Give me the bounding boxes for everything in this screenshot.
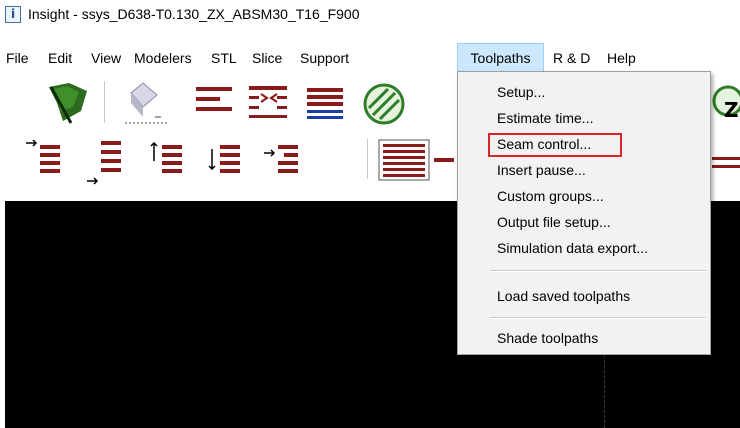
arrow-bottom-lines-icon[interactable] [85,137,127,188]
slice-lines-icon[interactable] [194,85,234,124]
menu-file[interactable]: File [0,43,35,73]
menu-item-estimate-time[interactable]: Estimate time... [497,107,593,129]
partial-z-icon[interactable]: Z [712,81,740,128]
info-app-icon: i [5,6,21,23]
menu-separator [490,317,706,319]
menu-modelers[interactable]: Modelers [128,43,198,73]
title-bar: i Insight - ssys_D638-T0.130_ZX_ABSM30_T… [0,0,740,30]
menu-help[interactable]: Help [601,43,642,73]
window-title: Insight - ssys_D638-T0.130_ZX_ABSM30_T16… [28,6,360,22]
circle-hatch-icon[interactable] [361,81,407,130]
shrink-lines-icon[interactable] [247,84,291,125]
red-lines-block-icon[interactable] [378,139,458,186]
partial-red-line-icon[interactable] [712,155,740,178]
menu-item-insert-pause[interactable]: Insert pause... [497,159,586,181]
toolpaths-dropdown: Setup... Estimate time... Seam control..… [457,71,711,355]
arrow-right-lines-icon[interactable] [24,137,66,184]
menu-item-output-file-setup[interactable]: Output file setup... [497,211,611,233]
orient-icon[interactable] [117,81,169,130]
toolbar-divider [104,81,106,123]
arrow-up-lines-icon[interactable] [148,137,188,184]
menu-view[interactable]: View [85,43,127,73]
menu-bar: File Edit View Modelers STL Slice Suppor… [0,43,740,73]
menu-item-custom-groups[interactable]: Custom groups... [497,185,604,207]
layer-lines-icon[interactable] [305,86,345,125]
arrow-indent-lines-icon[interactable] [262,137,304,184]
flag-icon[interactable] [45,81,89,128]
arrow-down-lines-icon[interactable] [206,137,246,184]
seam-control-highlight-box [488,133,622,157]
menu-support[interactable]: Support [294,43,355,73]
menu-stl[interactable]: STL [205,43,243,73]
menu-separator [490,270,706,272]
menu-item-simulation-export[interactable]: Simulation data export... [497,237,648,259]
menu-item-load-saved-toolpaths[interactable]: Load saved toolpaths [497,285,630,307]
svg-text:Z: Z [724,98,739,122]
menu-toolpaths[interactable]: Toolpaths [457,43,544,73]
menu-slice[interactable]: Slice [246,43,288,73]
toolbar-divider [367,139,369,179]
menu-item-setup[interactable]: Setup... [497,81,545,103]
menu-item-shade-toolpaths[interactable]: Shade toolpaths [497,327,598,349]
menu-edit[interactable]: Edit [42,43,78,73]
menu-rd[interactable]: R & D [547,43,596,73]
